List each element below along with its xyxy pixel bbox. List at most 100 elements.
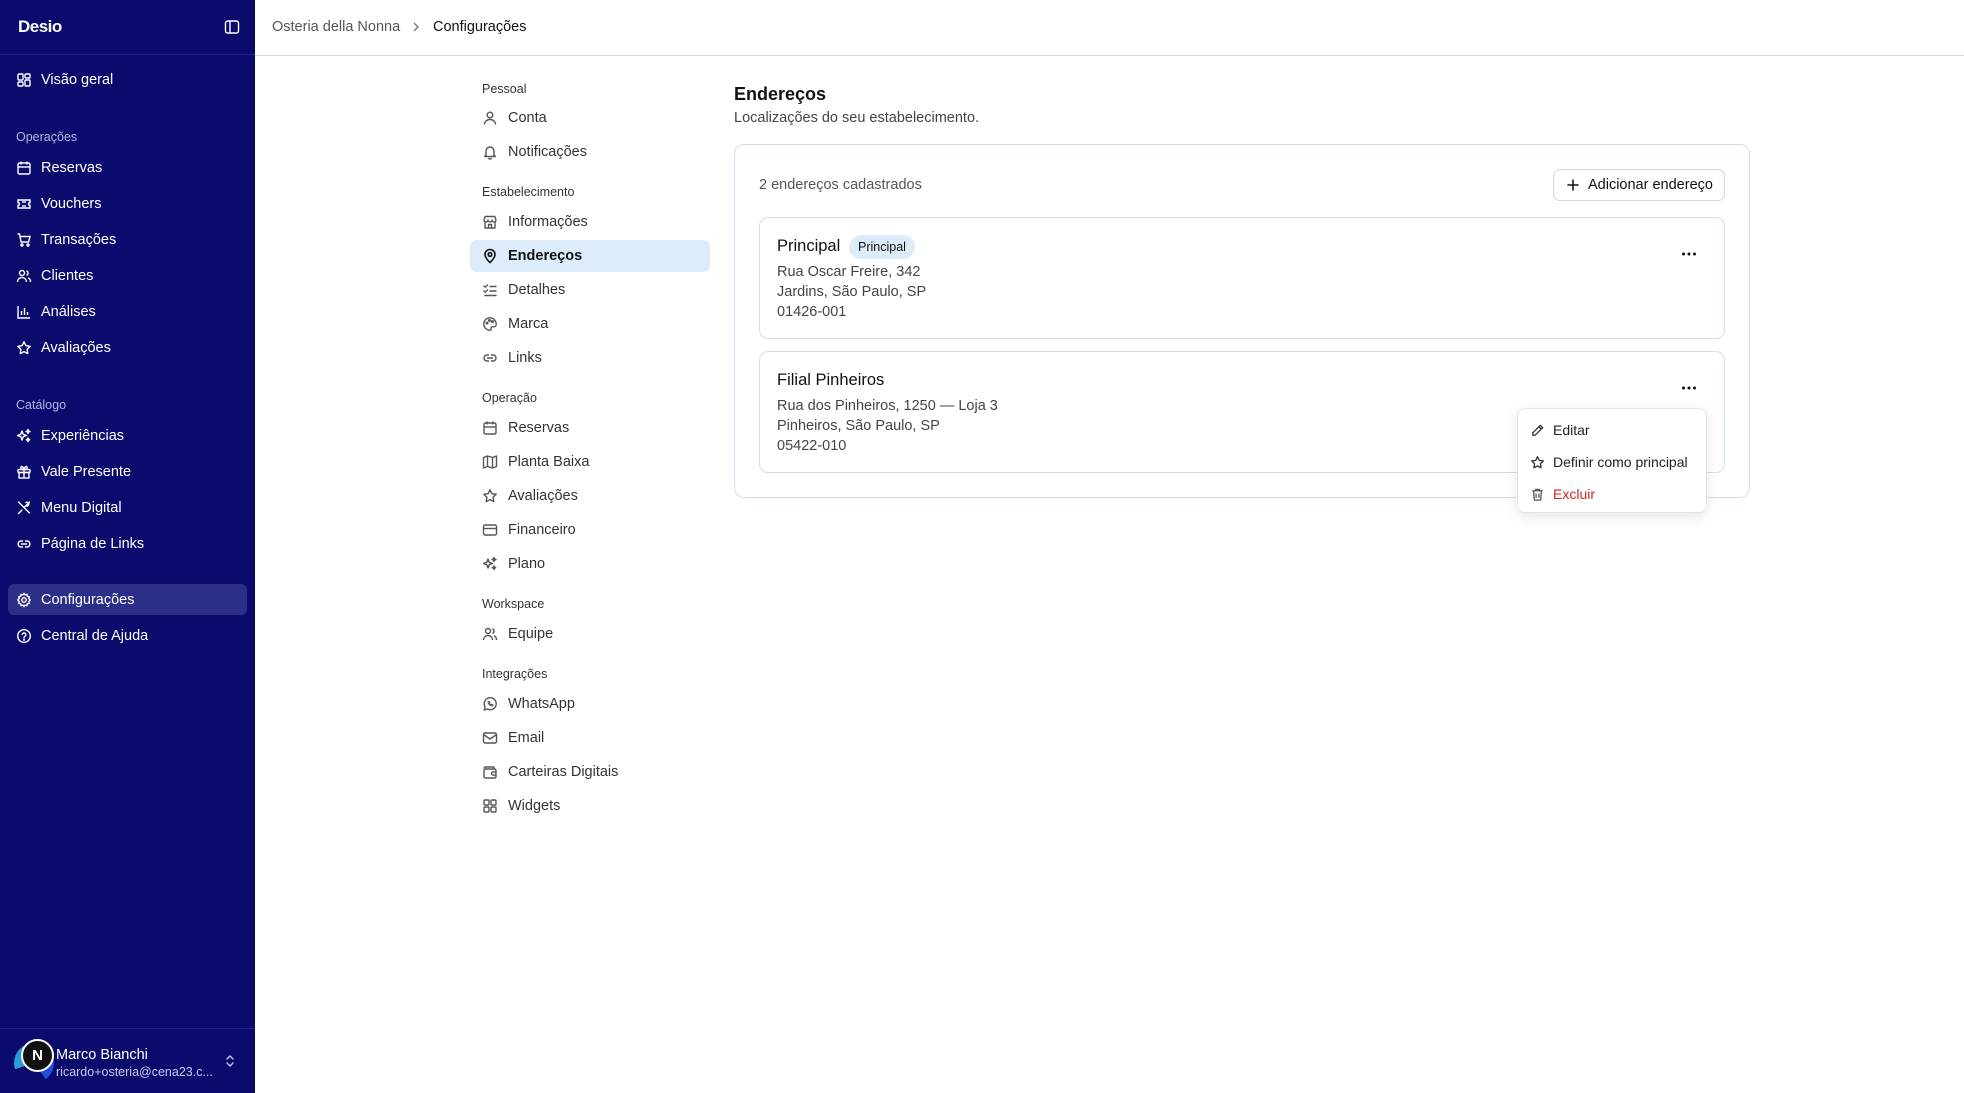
trash-icon: [1530, 487, 1545, 502]
settings-item-equipe[interactable]: Equipe: [470, 618, 710, 650]
address-name: Filial Pinheiros: [777, 371, 885, 389]
menu-item-excluir[interactable]: Excluir: [1522, 479, 1704, 509]
address-street: Rua Oscar Freire, 342: [777, 264, 921, 280]
sidebar-item-vouchers[interactable]: Vouchers: [8, 188, 247, 219]
map-icon: [482, 454, 498, 470]
sidebar-item-label: Visão geral: [41, 71, 114, 88]
settings-group-title: Workspace: [482, 597, 545, 611]
sidebar-item-reservas[interactable]: Reservas: [8, 152, 247, 183]
credit-card-icon: [482, 522, 498, 538]
sidebar-toggle-icon[interactable]: [224, 19, 240, 35]
address-city: Pinheiros, São Paulo, SP: [777, 418, 940, 434]
address-card: Principal Principal Rua Oscar Freire, 34…: [759, 217, 1725, 339]
help-circle-icon: [16, 628, 32, 644]
user-menu[interactable]: N Marco Bianchi ricardo+osteria@cena23.c…: [0, 1028, 255, 1093]
settings-item-links[interactable]: Links: [470, 342, 710, 374]
settings-item-label: Equipe: [508, 626, 554, 642]
sidebar-item-transacoes[interactable]: Transações: [8, 224, 247, 255]
settings-item-carteiras-digitais[interactable]: Carteiras Digitais: [470, 756, 710, 788]
sidebar-item-experiencias[interactable]: Experiências: [8, 420, 247, 451]
settings-item-label: Endereços: [508, 248, 583, 264]
settings-item-enderecos[interactable]: Endereços: [470, 240, 710, 272]
page-subtitle: Localizações do seu estabelecimento.: [734, 110, 980, 126]
sparkles-icon: [482, 556, 498, 572]
settings-group-title: Integrações: [482, 667, 548, 681]
add-address-label: Adicionar endereço: [1588, 177, 1713, 193]
address-more-button[interactable]: [1677, 376, 1701, 400]
sidebar-item-avaliacoes[interactable]: Avaliações: [8, 332, 247, 363]
add-address-button[interactable]: Adicionar endereço: [1553, 169, 1725, 201]
settings-item-label: Reservas: [508, 420, 570, 436]
sidebar-item-label: Central de Ajuda: [41, 627, 149, 644]
settings-item-label: Marca: [508, 316, 549, 332]
settings-item-marca[interactable]: Marca: [470, 308, 710, 340]
settings-item-label: Conta: [508, 110, 547, 126]
store-icon: [482, 214, 498, 230]
sidebar-item-label: Análises: [41, 303, 96, 320]
menu-item-definir-como-principal[interactable]: Definir como principal: [1522, 447, 1704, 477]
map-pin-icon: [482, 248, 498, 264]
settings-item-financeiro[interactable]: Financeiro: [470, 514, 710, 546]
star-icon: [1530, 455, 1545, 470]
sidebar-item-visao-geral[interactable]: Visão geral: [8, 64, 247, 95]
mail-icon: [482, 730, 498, 746]
settings-item-email[interactable]: Email: [470, 722, 710, 754]
settings-group-title: Estabelecimento: [482, 185, 575, 199]
settings-item-plano[interactable]: Plano: [470, 548, 710, 580]
address-count: 2 endereços cadastrados: [759, 177, 922, 193]
address-city: Jardins, São Paulo, SP: [777, 284, 927, 300]
address-street: Rua dos Pinheiros, 1250 — Loja 3: [777, 398, 998, 414]
menu-item-label: Editar: [1553, 422, 1590, 438]
settings-item-widgets[interactable]: Widgets: [470, 790, 710, 822]
cart-icon: [16, 232, 32, 248]
sidebar-item-label: Avaliações: [41, 339, 111, 356]
sidebar-item-central-de-ajuda[interactable]: Central de Ajuda: [8, 620, 247, 651]
settings-item-label: Carteiras Digitais: [508, 764, 619, 780]
settings-item-label: Widgets: [508, 798, 561, 814]
sidebar-item-label: Transações: [41, 231, 117, 248]
settings-item-informacoes[interactable]: Informações: [470, 206, 710, 238]
sidebar-item-clientes[interactable]: Clientes: [8, 260, 247, 291]
settings-item-detalhes[interactable]: Detalhes: [470, 274, 710, 306]
settings-item-label: Planta Baixa: [508, 454, 590, 470]
settings-item-avaliacoes[interactable]: Avaliações: [470, 480, 710, 512]
menu-item-label: Excluir: [1553, 486, 1596, 502]
sidebar-item-pagina-de-links[interactable]: Página de Links: [8, 528, 247, 559]
breadcrumb-item[interactable]: Osteria della Nonna: [272, 19, 400, 35]
address-name: Principal: [777, 237, 841, 255]
settings-item-planta-baixa[interactable]: Planta Baixa: [470, 446, 710, 478]
star-icon: [16, 340, 32, 356]
settings-item-notificacoes[interactable]: Notificações: [470, 136, 710, 168]
settings-item-conta[interactable]: Conta: [470, 102, 710, 134]
sidebar-item-label: Menu Digital: [41, 499, 122, 516]
sidebar-item-configuracoes[interactable]: Configurações: [8, 584, 247, 615]
menu-item-label: Definir como principal: [1553, 454, 1688, 470]
settings-item-label: Notificações: [508, 144, 587, 160]
address-more-button[interactable]: [1677, 242, 1701, 266]
sidebar-item-analises[interactable]: Análises: [8, 296, 247, 327]
ellipsis-icon: [1681, 252, 1697, 256]
ellipsis-icon: [1681, 386, 1697, 390]
sidebar-item-label: Configurações: [41, 591, 135, 608]
sidebar-item-vale-presente[interactable]: Vale Presente: [8, 456, 247, 487]
palette-icon: [482, 316, 498, 332]
settings-item-label: Informações: [508, 214, 588, 230]
settings-group-title: Pessoal: [482, 82, 527, 96]
whatsapp-icon: [482, 696, 498, 712]
settings-item-label: Plano: [508, 556, 546, 572]
settings-item-label: Detalhes: [508, 282, 566, 298]
bar-chart-icon: [16, 304, 32, 320]
settings-item-reservas[interactable]: Reservas: [470, 412, 710, 444]
sidebar-item-label: Clientes: [41, 267, 94, 284]
menu-item-editar[interactable]: Editar: [1522, 415, 1704, 445]
settings-item-whatsapp[interactable]: WhatsApp: [470, 688, 710, 720]
primary-badge: Principal: [849, 235, 915, 259]
sidebar-item-menu-digital[interactable]: Menu Digital: [8, 492, 247, 523]
sidebar-item-label: Página de Links: [41, 535, 145, 552]
ticket-icon: [16, 196, 32, 212]
sidebar-item-label: Vale Presente: [41, 463, 132, 480]
brand-logo[interactable]: Desio: [18, 17, 62, 37]
settings-group-title: Operação: [482, 391, 537, 405]
settings-item-label: Email: [508, 730, 545, 746]
chevrons-up-down-icon: [223, 1053, 237, 1069]
